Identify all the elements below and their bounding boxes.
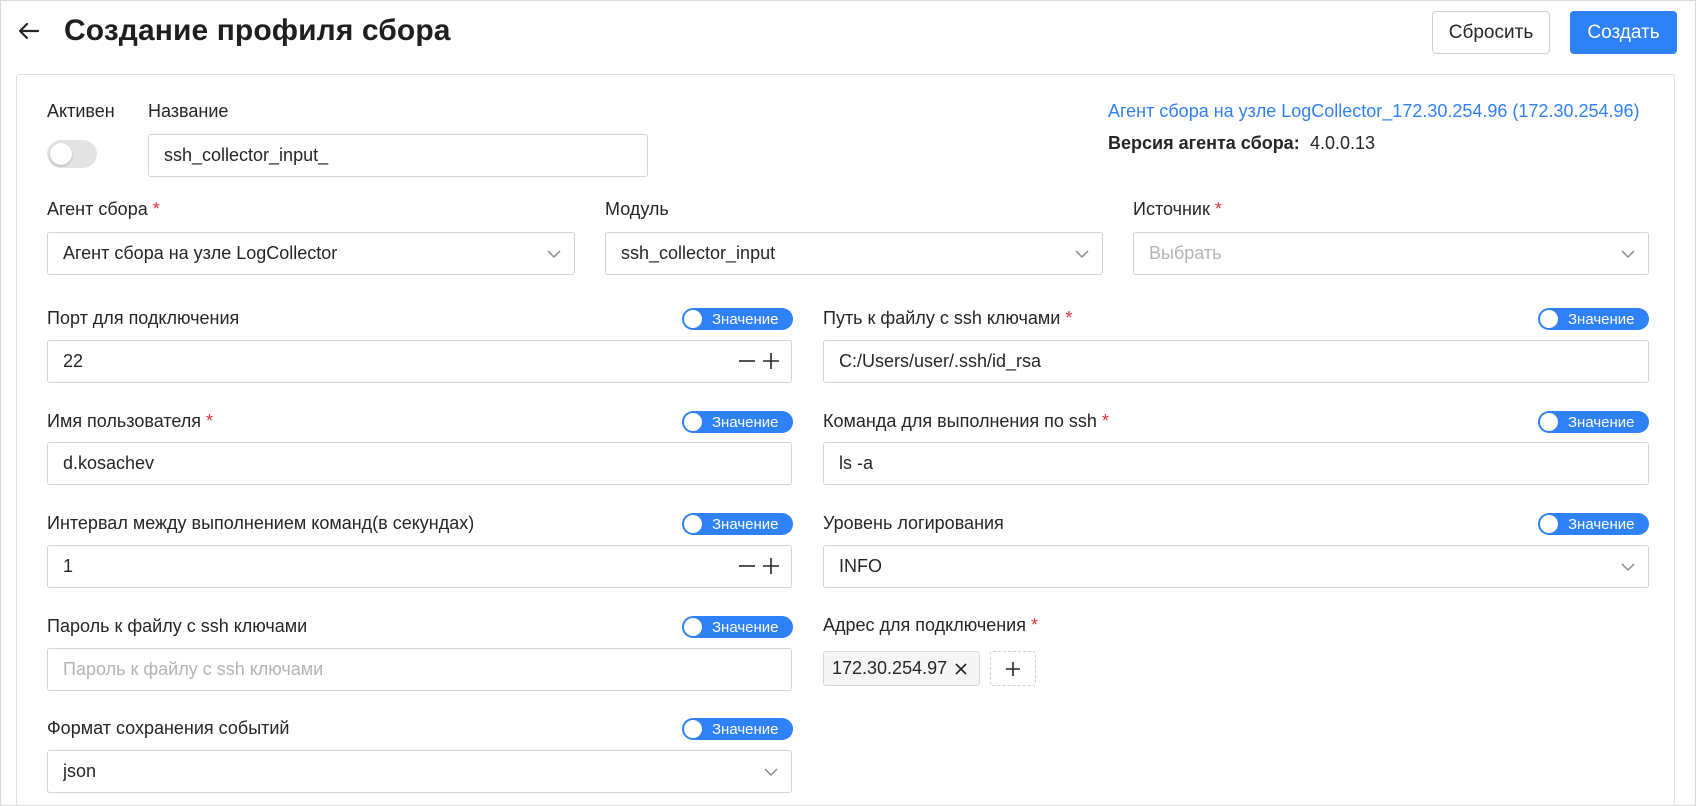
username-label: Имя пользователя * [47, 411, 214, 431]
create-button[interactable]: Создать [1570, 11, 1677, 54]
event-format-value: json [63, 761, 97, 781]
log-level-value-toggle[interactable]: Значение [1538, 513, 1649, 535]
close-icon[interactable] [953, 661, 969, 677]
address-tag: 172.30.254.97 [823, 651, 980, 686]
ssh-command-value: ls -a [839, 453, 874, 473]
ssh-command-value-toggle[interactable]: Значение [1538, 411, 1649, 433]
chevron-down-icon [1621, 250, 1635, 259]
ssh-key-path-input[interactable]: C:/Users/user/.ssh/id_rsa [823, 340, 1649, 383]
required-mark: * [1065, 308, 1073, 328]
toggle-knob [684, 618, 702, 636]
add-address-button[interactable] [990, 651, 1036, 686]
required-mark: * [1030, 615, 1038, 635]
toggle-label: Значение [1568, 515, 1635, 533]
source-select-label: Источник * [1133, 199, 1222, 219]
agent-select-label: Агент сбора * [47, 199, 160, 219]
address-label: Адрес для подключения * [823, 615, 1038, 635]
back-arrow-icon[interactable] [16, 18, 42, 44]
required-mark: * [206, 411, 214, 431]
toggle-label: Значение [712, 618, 779, 636]
chevron-down-icon [764, 768, 778, 777]
module-select-label: Модуль [605, 199, 669, 219]
page-title: Создание профиля сбора [64, 14, 451, 47]
interval-stepper [737, 556, 781, 576]
name-input-value: ssh_collector_input_ [164, 145, 329, 165]
active-label: Активен [47, 101, 115, 121]
ssh-key-path-value-toggle[interactable]: Значение [1538, 308, 1649, 330]
log-level-select[interactable]: INFO [823, 545, 1649, 588]
toggle-knob [684, 310, 702, 328]
ssh-key-path-value: C:/Users/user/.ssh/id_rsa [839, 351, 1042, 371]
toggle-knob [684, 413, 702, 431]
toggle-label: Значение [1568, 413, 1635, 431]
toggle-label: Значение [712, 413, 779, 431]
toggle-knob [1540, 413, 1558, 431]
interval-input[interactable]: 1 [47, 545, 792, 588]
toggle-label: Значение [712, 720, 779, 738]
interval-label: Интервал между выполнением команд(в секу… [47, 513, 475, 533]
log-level-label: Уровень логирования [823, 513, 1004, 533]
toggle-label: Значение [1568, 310, 1635, 328]
agent-version-label: Версия агента сбора: [1108, 133, 1300, 153]
toggle-knob [1540, 310, 1558, 328]
agent-select[interactable]: Агент сбора на узле LogCollector [47, 232, 575, 275]
name-input[interactable]: ssh_collector_input_ [148, 134, 648, 177]
module-select[interactable]: ssh_collector_input [605, 232, 1103, 275]
port-stepper [737, 351, 781, 371]
agent-link[interactable]: Агент сбора на узле LogCollector_172.30.… [1108, 101, 1640, 122]
chevron-down-icon [1621, 563, 1635, 572]
source-select[interactable]: Выбрать [1133, 232, 1649, 275]
chevron-down-icon [1075, 250, 1089, 259]
page-header: Создание профиля сбора Сбросить Создать [0, 0, 1696, 74]
event-format-label: Формат сохранения событий [47, 718, 290, 738]
minus-icon[interactable] [737, 556, 757, 576]
event-format-value-toggle[interactable]: Значение [682, 718, 793, 740]
username-value-toggle[interactable]: Значение [682, 411, 793, 433]
interval-value: 1 [63, 556, 74, 576]
toggle-knob [684, 720, 702, 738]
username-input[interactable]: d.kosachev [47, 442, 792, 485]
ssh-key-path-label: Путь к файлу с ssh ключами * [823, 308, 1073, 328]
form-card [16, 74, 1675, 806]
name-label: Название [148, 101, 229, 121]
module-select-value: ssh_collector_input [621, 243, 776, 263]
toggle-knob [50, 143, 72, 165]
ssh-command-input[interactable]: ls -a [823, 442, 1649, 485]
agent-version-value: 4.0.0.13 [1310, 133, 1376, 153]
plus-icon [1006, 661, 1020, 676]
port-input-value: 22 [63, 351, 84, 371]
toggle-label: Значение [712, 310, 779, 328]
chevron-down-icon [547, 250, 561, 259]
required-mark: * [152, 199, 160, 219]
minus-icon[interactable] [737, 351, 757, 371]
required-mark: * [1101, 411, 1109, 431]
source-select-placeholder: Выбрать [1149, 243, 1222, 263]
plus-icon[interactable] [761, 556, 781, 576]
ssh-command-label: Команда для выполнения по ssh * [823, 411, 1109, 431]
interval-value-toggle[interactable]: Значение [682, 513, 793, 535]
port-input[interactable]: 22 [47, 340, 792, 383]
required-mark: * [1214, 199, 1222, 219]
address-tag-text: 172.30.254.97 [832, 658, 948, 678]
port-value-toggle[interactable]: Значение [682, 308, 793, 330]
key-password-value-toggle[interactable]: Значение [682, 616, 793, 638]
log-level-value: INFO [839, 556, 882, 576]
port-label: Порт для подключения [47, 308, 240, 328]
plus-icon[interactable] [761, 351, 781, 371]
username-value: d.kosachev [63, 453, 155, 473]
reset-button[interactable]: Сбросить [1432, 11, 1550, 54]
key-password-placeholder: Пароль к файлу с ssh ключами [63, 659, 324, 679]
toggle-knob [684, 515, 702, 533]
agent-select-value: Агент сбора на узле LogCollector [63, 243, 338, 263]
toggle-knob [1540, 515, 1558, 533]
toggle-label: Значение [712, 515, 779, 533]
active-toggle[interactable] [47, 140, 97, 168]
key-password-input[interactable]: Пароль к файлу с ssh ключами [47, 648, 792, 691]
key-password-label: Пароль к файлу с ssh ключами [47, 616, 308, 636]
event-format-select[interactable]: json [47, 750, 792, 793]
